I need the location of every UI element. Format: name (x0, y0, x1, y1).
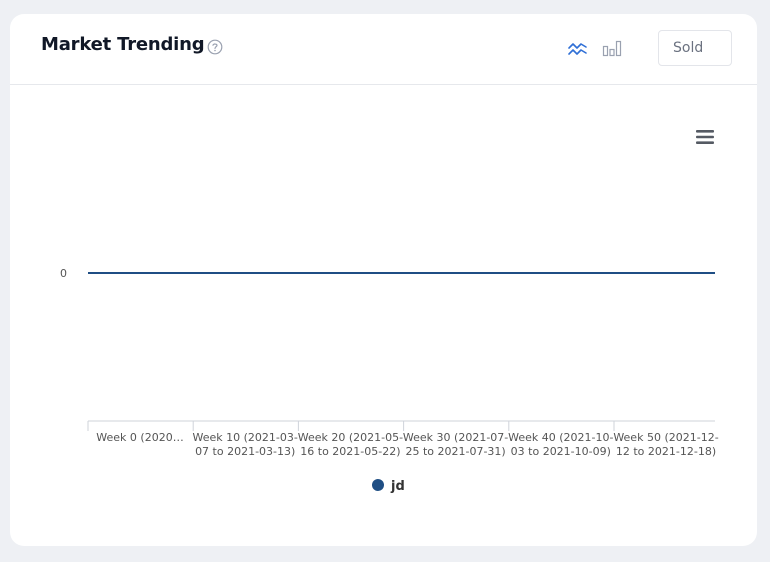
x-tick-label: Week 50 (2021-12- (613, 431, 718, 444)
legend-label: jd (390, 479, 405, 494)
x-tick-label: Week 10 (2021-03- (193, 431, 298, 444)
line-chart-icon[interactable] (567, 39, 589, 59)
x-tick-label: Week 40 (2021-10- (508, 431, 613, 444)
card-header: Market Trending Sold (10, 14, 757, 85)
x-tick-label: 07 to 2021-03-13) (195, 445, 295, 458)
y-tick-label: 0 (60, 267, 67, 280)
x-tick-label: 16 to 2021-05-22) (300, 445, 400, 458)
x-tick-label: Week 30 (2021-07- (403, 431, 508, 444)
question-circle-icon[interactable] (207, 39, 223, 55)
market-trending-card: Market Trending Sold 0 Week 0 (2020… Wee… (10, 14, 757, 546)
x-tick-label: 25 to 2021-07-31) (405, 445, 505, 458)
x-tick-label: Week 20 (2021-05- (298, 431, 403, 444)
x-tick-label: 03 to 2021-10-09) (511, 445, 611, 458)
bar-chart-icon[interactable] (601, 38, 623, 58)
legend-marker (372, 479, 384, 491)
x-tick-label: Week 0 (2020… (96, 431, 183, 444)
card-title: Market Trending (41, 34, 205, 55)
trend-chart: 0 Week 0 (2020… Week 10 (2021-03-07 to 20… (60, 267, 719, 494)
metric-select[interactable]: Sold (658, 30, 732, 66)
x-tick-label: 12 to 2021-12-18) (616, 445, 716, 458)
